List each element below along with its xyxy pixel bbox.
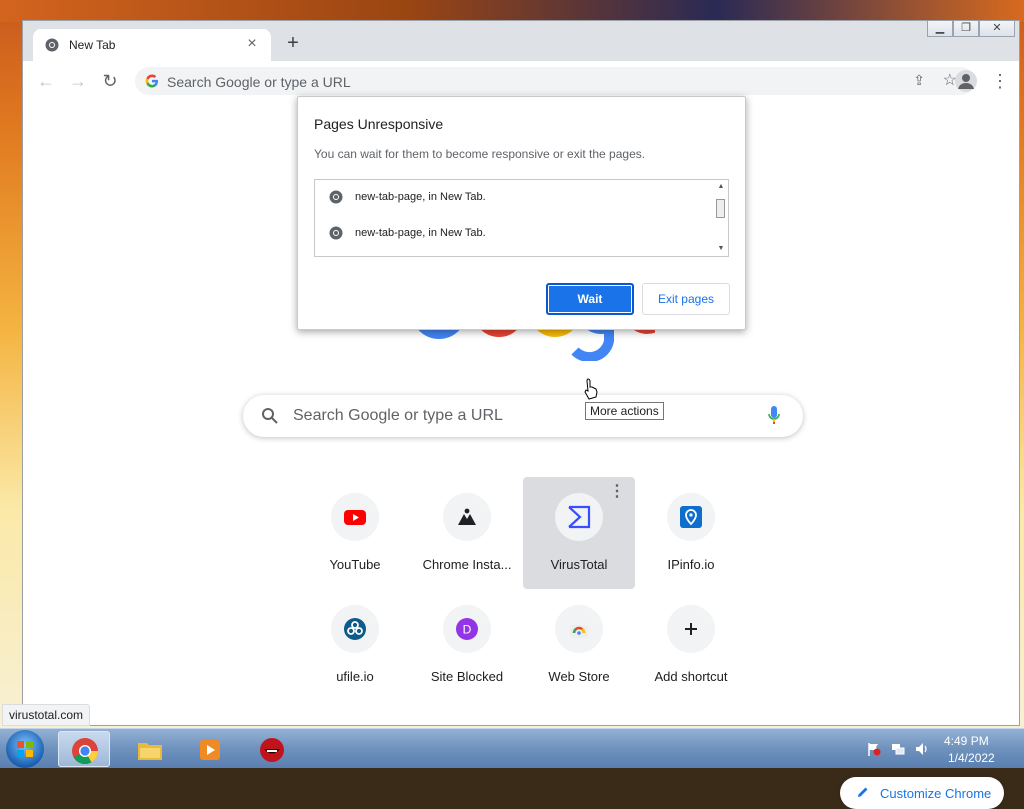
letter-d-text: D <box>463 623 472 637</box>
new-tab-button[interactable]: + <box>283 33 303 54</box>
shortcut-chrome-install[interactable]: Chrome Insta... <box>411 477 523 589</box>
microphone-icon[interactable] <box>767 405 781 427</box>
shortcut-icon-container <box>555 605 603 653</box>
list-item[interactable]: new-tab-page, in New Tab. <box>315 216 713 252</box>
shortcut-ipinfo[interactable]: IPinfo.io <box>635 477 747 589</box>
status-bubble: virustotal.com <box>2 704 91 726</box>
forward-button[interactable]: → <box>67 70 89 92</box>
share-icon[interactable]: ⇪ <box>913 72 925 89</box>
tab-close-icon[interactable]: × <box>243 35 261 53</box>
profile-avatar-button[interactable] <box>955 70 977 92</box>
tab-title: New Tab <box>69 38 116 52</box>
list-scrollbar[interactable]: ▲ ▼ <box>714 180 728 256</box>
scroll-thumb[interactable] <box>716 199 725 218</box>
shortcut-icon-container <box>331 605 379 653</box>
chrome-logo-icon <box>72 738 99 765</box>
taskbar-chrome[interactable] <box>58 731 110 767</box>
exit-pages-button[interactable]: Exit pages <box>642 283 730 315</box>
list-item[interactable]: new-tab-page, in New Tab. <box>315 180 713 216</box>
hand-cursor-icon <box>584 378 598 400</box>
taskbar-app-red[interactable] <box>246 731 298 767</box>
shortcut-icon-container <box>667 605 715 653</box>
pages-unresponsive-dialog: Pages Unresponsive You can wait for them… <box>297 96 746 330</box>
minimize-button[interactable]: ▁ <box>927 21 953 37</box>
taskbar-explorer[interactable] <box>124 731 176 767</box>
wait-button[interactable]: Wait <box>546 283 634 315</box>
shortcut-icon-container <box>667 493 715 541</box>
media-player-icon <box>200 740 220 760</box>
scroll-up-arrow-icon[interactable]: ▲ <box>716 182 726 192</box>
virustotal-icon <box>568 505 591 529</box>
chrome-install-icon <box>458 508 476 525</box>
taskbar-media-player[interactable] <box>184 731 236 767</box>
omnibox-placeholder: Search Google or type a URL <box>167 74 351 90</box>
reload-button[interactable]: ↻ <box>99 70 121 92</box>
tab-new-tab[interactable]: New Tab × <box>33 29 271 61</box>
ipinfo-icon <box>680 506 702 528</box>
start-button[interactable] <box>6 730 44 768</box>
desktop-topbar <box>0 0 1024 22</box>
chrome-favicon-icon <box>329 190 343 204</box>
chrome-favicon-icon <box>45 38 59 52</box>
back-button[interactable]: ← <box>35 70 57 92</box>
customize-chrome-button[interactable]: Customize Chrome <box>840 777 1004 809</box>
omnibox[interactable]: Search Google or type a URL ⇪ ☆ <box>135 67 975 95</box>
shortcut-icon-container <box>555 493 603 541</box>
search-icon <box>262 408 278 424</box>
chrome-favicon-icon <box>329 226 343 240</box>
windows-taskbar: 4:49 PM 1/4/2022 <box>0 728 1024 768</box>
close-window-button[interactable]: ✕ <box>979 21 1015 37</box>
person-icon <box>958 74 974 89</box>
clock-time[interactable]: 4:49 PM <box>944 734 989 748</box>
customize-chrome-label: Customize Chrome <box>880 786 992 801</box>
volume-icon[interactable] <box>914 741 930 757</box>
shortcut-site-blocked[interactable]: D Site Blocked <box>411 589 523 701</box>
shortcut-label: ufile.io <box>336 669 374 684</box>
shortcut-label: IPinfo.io <box>667 557 715 572</box>
shortcut-label: Chrome Insta... <box>422 557 512 572</box>
plus-icon <box>685 623 697 635</box>
tab-strip: New Tab × + ▁ ❐ ✕ <box>23 21 1019 61</box>
ntp-search-box[interactable]: Search Google or type a URL <box>243 395 803 437</box>
shortcut-label: Site Blocked <box>430 669 504 684</box>
shortcut-icon-container <box>443 493 491 541</box>
chrome-menu-button[interactable]: ⋮ <box>991 70 1009 92</box>
dialog-message: You can wait for them to become responsi… <box>314 147 646 161</box>
shortcut-label: Web Store <box>548 669 610 684</box>
shortcut-web-store[interactable]: Web Store <box>523 589 635 701</box>
list-item-label: new-tab-page, in New Tab. <box>355 227 486 239</box>
list-item-label: new-tab-page, in New Tab. <box>355 191 486 203</box>
unresponsive-pages-list[interactable]: new-tab-page, in New Tab. new-tab-page, … <box>314 179 729 257</box>
restore-button[interactable]: ❐ <box>953 21 979 37</box>
red-app-icon <box>260 738 284 762</box>
ntp-search-placeholder: Search Google or type a URL <box>293 407 503 424</box>
folder-icon <box>138 743 162 760</box>
windows-logo-icon <box>17 741 33 757</box>
more-actions-tooltip: More actions <box>585 402 664 420</box>
shortcut-virustotal[interactable]: ⋮ VirusTotal <box>523 477 635 589</box>
shortcut-icon-container: D <box>443 605 491 653</box>
shortcut-add[interactable]: Add shortcut <box>635 589 747 701</box>
system-tray <box>862 729 1024 769</box>
scroll-down-arrow-icon[interactable]: ▼ <box>716 244 726 254</box>
clock-date[interactable]: 1/4/2022 <box>948 751 995 765</box>
youtube-icon <box>344 510 366 525</box>
ufile-icon <box>344 618 366 640</box>
more-actions-icon[interactable]: ⋮ <box>607 483 627 503</box>
shortcut-label: VirusTotal <box>550 557 608 572</box>
pencil-icon <box>858 787 868 797</box>
shortcut-label: YouTube <box>329 557 381 572</box>
action-center-flag-icon[interactable] <box>866 741 882 757</box>
shortcut-icon-container <box>331 493 379 541</box>
letter-d-icon: D <box>456 618 478 640</box>
shortcut-youtube[interactable]: YouTube <box>299 477 411 589</box>
dialog-title: Pages Unresponsive <box>314 116 444 132</box>
google-g-icon <box>145 74 158 88</box>
network-icon[interactable] <box>890 741 906 757</box>
web-store-icon <box>570 625 588 638</box>
shortcut-ufile[interactable]: ufile.io <box>299 589 411 701</box>
shortcut-label: Add shortcut <box>654 669 728 684</box>
